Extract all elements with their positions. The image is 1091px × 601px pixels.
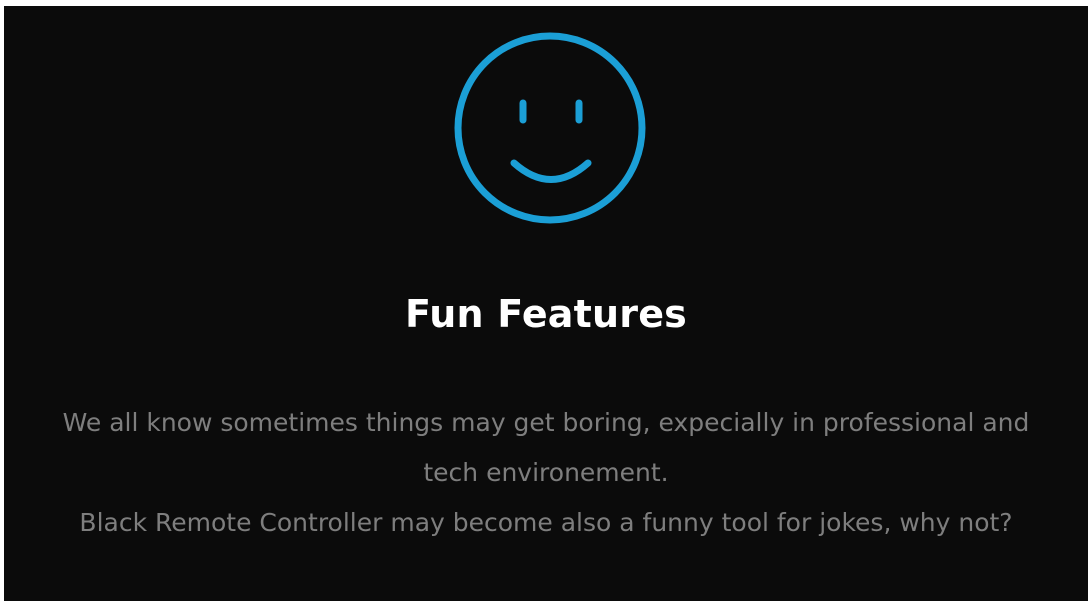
feature-description: We all know sometimes things may get bor…: [34, 398, 1058, 548]
feature-panel: Fun Features We all know sometimes thing…: [4, 6, 1088, 601]
feature-title: Fun Features: [405, 292, 687, 336]
smiley-face-icon: [453, 30, 653, 230]
description-paragraph-2: Black Remote Controller may become also …: [79, 508, 1013, 537]
description-paragraph-1: We all know sometimes things may get bor…: [62, 408, 1030, 487]
